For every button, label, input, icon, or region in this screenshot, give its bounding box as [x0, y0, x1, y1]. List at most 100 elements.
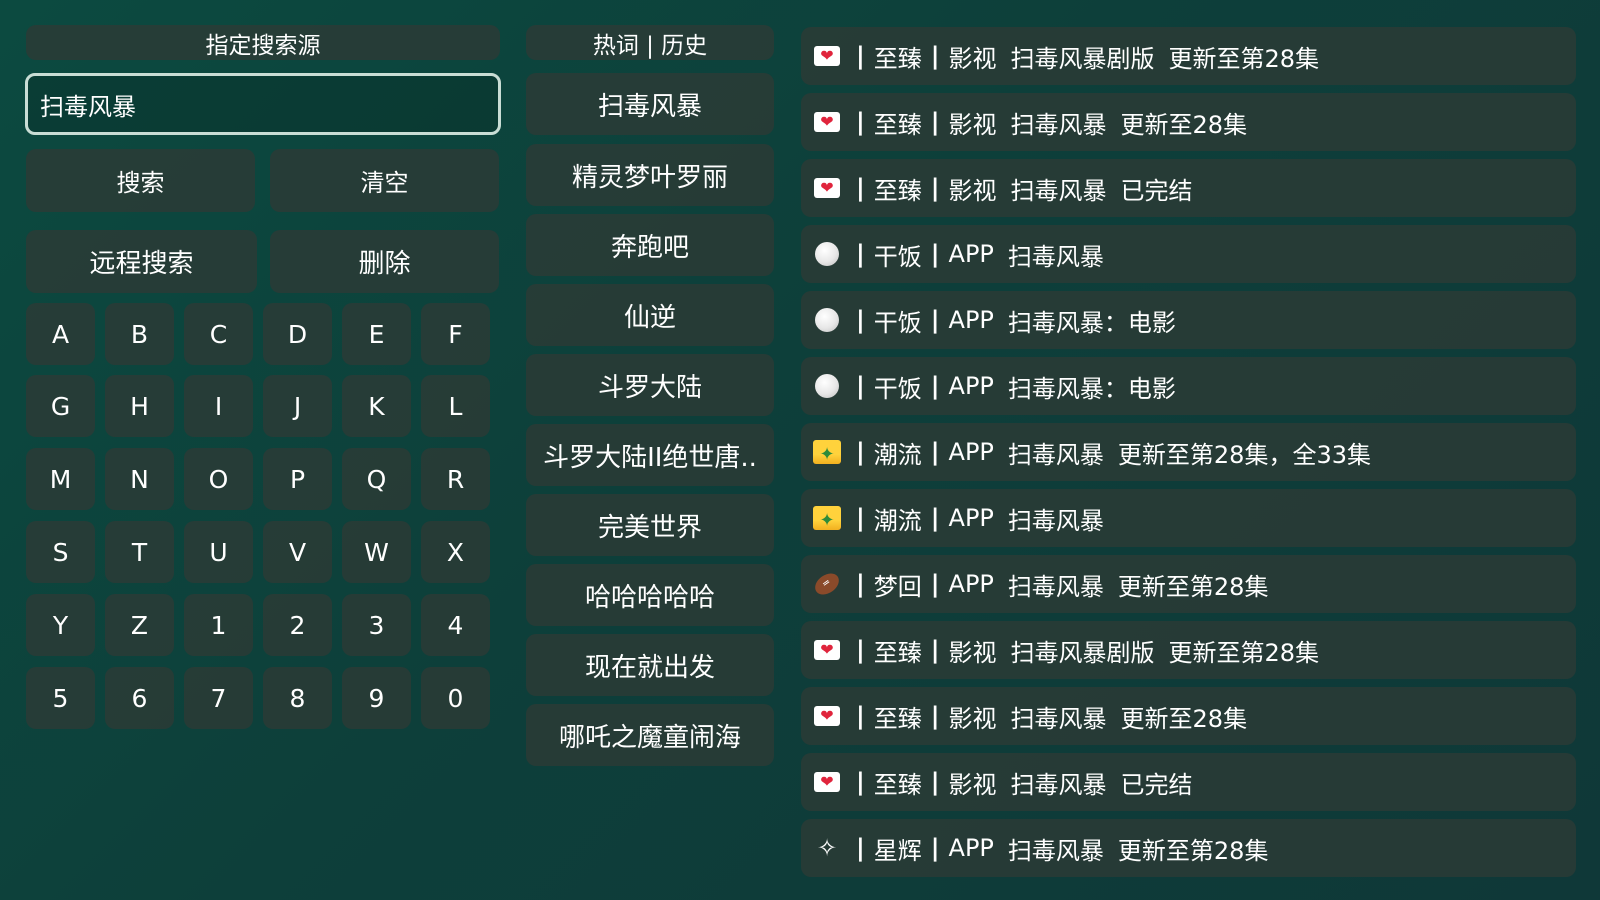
result-separator: | — [930, 834, 940, 862]
key-x[interactable]: X — [421, 521, 490, 583]
key-z[interactable]: Z — [105, 594, 174, 656]
hot-word-item[interactable]: 哈哈哈哈哈 — [526, 564, 774, 626]
key-7[interactable]: 7 — [184, 667, 253, 729]
result-separator: | — [856, 174, 865, 202]
result-title: 扫毒风暴 — [1007, 506, 1104, 535]
hot-word-item[interactable]: 奔跑吧 — [526, 214, 774, 276]
key-d[interactable]: D — [263, 303, 332, 365]
result-row[interactable]: ❤ | 至臻 | 影视 扫毒风暴 更新至28集 — [801, 93, 1576, 151]
result-note: 更新至28集 — [1120, 704, 1248, 733]
key-1[interactable]: 1 — [184, 594, 253, 656]
result-row[interactable]: | 干饭 | APP 扫毒风暴 — [801, 225, 1576, 283]
hot-word-item[interactable]: 斗罗大陆II绝世唐.. — [526, 424, 774, 486]
desert-icon: ✦ — [813, 504, 841, 532]
result-source: 潮流 — [873, 440, 922, 469]
key-n[interactable]: N — [105, 448, 174, 510]
result-separator: | — [856, 438, 865, 466]
result-source: 潮流 — [873, 506, 922, 535]
key-j[interactable]: J — [263, 375, 332, 437]
search-button[interactable]: 搜索 — [26, 149, 255, 212]
key-4[interactable]: 4 — [421, 594, 490, 656]
key-w[interactable]: W — [342, 521, 411, 583]
result-type: APP — [948, 570, 994, 598]
result-separator: | — [930, 570, 940, 598]
result-separator: | — [930, 240, 940, 268]
love-letter-icon: ❤ — [813, 636, 841, 664]
key-e[interactable]: E — [342, 303, 411, 365]
key-0[interactable]: 0 — [421, 667, 490, 729]
key-s[interactable]: S — [26, 521, 95, 583]
key-8[interactable]: 8 — [263, 667, 332, 729]
hot-word-item[interactable]: 完美世界 — [526, 494, 774, 556]
key-l[interactable]: L — [421, 375, 490, 437]
key-v[interactable]: V — [263, 521, 332, 583]
key-i[interactable]: I — [184, 375, 253, 437]
love-letter-icon: ❤ — [813, 174, 841, 202]
key-g[interactable]: G — [26, 375, 95, 437]
hot-word-item[interactable]: 现在就出发 — [526, 634, 774, 696]
hot-word-item[interactable]: 仙逆 — [526, 284, 774, 346]
result-row[interactable]: ❤ | 至臻 | 影视 扫毒风暴剧版 更新至第28集 — [801, 27, 1576, 85]
key-y[interactable]: Y — [26, 594, 95, 656]
result-row[interactable]: ❤ | 至臻 | 影视 扫毒风暴剧版 更新至第28集 — [801, 621, 1576, 679]
key-f[interactable]: F — [421, 303, 490, 365]
key-5[interactable]: 5 — [26, 667, 95, 729]
key-3[interactable]: 3 — [342, 594, 411, 656]
hot-word-item[interactable]: 扫毒风暴 — [526, 73, 774, 135]
result-row[interactable]: ❤ | 至臻 | 影视 扫毒风暴 更新至28集 — [801, 687, 1576, 745]
remote-search-button[interactable]: 远程搜索 — [26, 230, 257, 293]
key-u[interactable]: U — [184, 521, 253, 583]
key-c[interactable]: C — [184, 303, 253, 365]
key-9[interactable]: 9 — [342, 667, 411, 729]
key-r[interactable]: R — [421, 448, 490, 510]
result-title: 扫毒风暴 — [1007, 440, 1104, 469]
key-o[interactable]: O — [184, 448, 253, 510]
key-2[interactable]: 2 — [263, 594, 332, 656]
result-row[interactable]: ═ | 梦回 | APP 扫毒风暴 更新至第28集 — [801, 555, 1576, 613]
result-separator: | — [856, 768, 865, 796]
result-separator: | — [856, 636, 865, 664]
key-h[interactable]: H — [105, 375, 174, 437]
result-source: 至臻 — [873, 176, 922, 205]
result-separator: | — [856, 702, 865, 730]
result-type: APP — [948, 504, 994, 532]
search-source-selector[interactable]: 指定搜索源 — [26, 25, 500, 60]
result-row[interactable]: ✦ | 潮流 | APP 扫毒风暴 — [801, 489, 1576, 547]
key-t[interactable]: T — [105, 521, 174, 583]
result-source: 干饭 — [873, 308, 922, 337]
delete-button[interactable]: 删除 — [270, 230, 499, 293]
result-separator: | — [856, 504, 865, 532]
result-type: 影视 — [948, 176, 997, 205]
result-row[interactable]: | 干饭 | APP 扫毒风暴：电影 — [801, 291, 1576, 349]
result-source: 至臻 — [873, 770, 922, 799]
result-note: 更新至第28集 — [1117, 836, 1269, 865]
key-k[interactable]: K — [342, 375, 411, 437]
result-row[interactable]: ✦ | 潮流 | APP 扫毒风暴 更新至第28集，全33集 — [801, 423, 1576, 481]
hot-history-tab[interactable]: 热词 | 历史 — [526, 25, 774, 60]
result-row[interactable]: ❤ | 至臻 | 影视 扫毒风暴 已完结 — [801, 753, 1576, 811]
result-row[interactable]: | 干饭 | APP 扫毒风暴：电影 — [801, 357, 1576, 415]
result-note: 更新至第28集 — [1117, 572, 1269, 601]
result-separator: | — [856, 570, 865, 598]
result-separator: | — [856, 42, 865, 70]
key-a[interactable]: A — [26, 303, 95, 365]
clear-button[interactable]: 清空 — [270, 149, 499, 212]
result-separator: | — [930, 438, 940, 466]
key-p[interactable]: P — [263, 448, 332, 510]
result-type: 影视 — [948, 638, 997, 667]
result-separator: | — [856, 834, 865, 862]
rice-ball-icon — [813, 240, 841, 268]
search-input[interactable]: 扫毒风暴 — [25, 73, 501, 135]
result-note: 更新至28集 — [1120, 110, 1248, 139]
key-q[interactable]: Q — [342, 448, 411, 510]
result-row[interactable]: ❤ | 至臻 | 影视 扫毒风暴 已完结 — [801, 159, 1576, 217]
key-b[interactable]: B — [105, 303, 174, 365]
key-m[interactable]: M — [26, 448, 95, 510]
result-source: 至臻 — [873, 704, 922, 733]
hot-word-item[interactable]: 哪吒之魔童闹海 — [526, 704, 774, 766]
key-6[interactable]: 6 — [105, 667, 174, 729]
hot-word-item[interactable]: 斗罗大陆 — [526, 354, 774, 416]
result-title: 扫毒风暴 — [1010, 704, 1107, 733]
result-row[interactable]: ✧ | 星辉 | APP 扫毒风暴 更新至第28集 — [801, 819, 1576, 877]
hot-word-item[interactable]: 精灵梦叶罗丽 — [526, 144, 774, 206]
